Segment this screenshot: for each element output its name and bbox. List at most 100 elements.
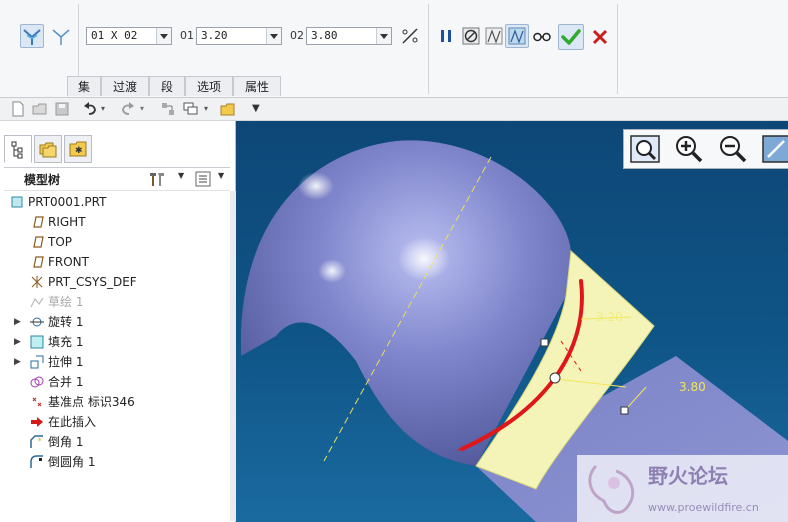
tree-item[interactable]: FRONT [0,252,230,272]
tree-item[interactable]: 草绘 1 [0,292,230,312]
redo-dropdown-icon[interactable]: ▾ [140,101,156,117]
no-preview-button[interactable] [459,24,483,48]
field1-label: 01 [180,29,194,42]
model-tree-header: 模型树 ▼ ▼ [4,167,230,191]
graphics-window[interactable]: 3.80 3.20 野火论坛 www.proewildfire.cn [236,121,788,522]
tree-item[interactable]: RIGHT [0,212,230,232]
expand-arrow-icon[interactable]: ▶ [14,352,21,372]
expand-arrow-icon[interactable]: ▶ [14,332,21,352]
navigator-panel: ✱ 模型树 ▼ ▼ PRT0001.PRT RIGHT TOP FRONT PRT_CS… [0,121,236,522]
svg-text:✱: ✱ [75,146,83,156]
tab-options[interactable]: 选项 [185,76,233,96]
refit-button[interactable] [628,133,662,165]
ribbon-divider [617,4,618,94]
tree-item[interactable]: 在此插入 [0,412,230,432]
chevron-down-icon[interactable] [376,28,391,44]
verify-preview-icon [508,27,526,45]
tree-item-label: 合并 1 [48,375,84,389]
anchor-handle[interactable] [549,372,561,384]
model-view[interactable]: 3.80 3.20 野火论坛 www.proewildfire.cn [236,121,788,522]
expand-arrow-icon[interactable]: ▶ [14,312,21,332]
repaint-icon [762,135,788,163]
tree-item[interactable]: 合并 1 [0,372,230,392]
verify-mode-button[interactable] [505,24,529,48]
tab-favorites[interactable]: ✱ [64,135,92,163]
show-list-icon[interactable] [194,170,212,188]
customize-toolbar-icon[interactable]: ▼ [252,101,268,117]
repaint-button[interactable] [760,133,788,165]
dimension-label-3-20[interactable]: 3.20 [596,310,623,324]
dimension-label-3-80[interactable]: 3.80 [679,380,706,394]
round-icon [30,455,43,468]
zoom-out-icon [720,136,747,163]
tree-item[interactable]: PRT_CSYS_DEF [0,272,230,292]
tree-item[interactable]: ▶ 填充 1 [0,332,230,352]
settings-dropdown-icon[interactable]: ▼ [178,171,184,180]
pause-button[interactable] [434,24,458,48]
tree-icon [11,141,23,159]
windows-icon[interactable] [183,101,199,117]
tree-item[interactable]: * 倒角 1 [0,432,230,452]
folders-icon [39,142,57,158]
close-window-icon[interactable] [220,101,236,117]
settings-tools-icon[interactable] [148,170,166,188]
datum-plane-icon [33,216,44,228]
part-icon [11,196,23,208]
drag-handle[interactable] [620,406,629,415]
undo-icon[interactable] [82,101,98,117]
tree-item[interactable]: 倒圆角 1 [0,452,230,472]
refit-icon [630,135,660,163]
view-glasses-button[interactable] [530,24,554,48]
cancel-button[interactable] [588,25,612,49]
open-folder-icon[interactable] [32,101,48,117]
tree-item[interactable]: PRT0001.PRT [0,192,230,212]
tab-folder-browser[interactable] [34,135,62,163]
regenerate-icon[interactable] [160,101,176,117]
zoom-out-button[interactable] [716,133,750,165]
chevron-down-icon[interactable] [266,28,281,44]
tree-item[interactable]: TOP [0,232,230,252]
close-icon [592,29,608,45]
watermark-url: www.proewildfire.cn [648,501,759,514]
tab-sets[interactable]: 集 [67,76,101,96]
geometry-preview-button[interactable] [482,24,506,48]
tree-item-label: 倒圆角 1 [48,455,96,469]
apply-button[interactable] [558,24,584,50]
tab-model-tree[interactable] [4,135,32,163]
pause-icon [441,30,451,42]
undo-dropdown-icon[interactable]: ▾ [101,101,117,117]
collection-combo[interactable]: 01 X 02 [86,27,172,45]
specular-highlight [318,259,346,283]
redo-icon[interactable] [120,101,136,117]
round-set-icon [23,29,41,45]
quick-access-toolbar: ▾ ▾ ▾ [0,98,236,121]
zoom-in-button[interactable] [672,133,706,165]
surface-set-button[interactable] [20,24,44,48]
percent-icon [402,28,418,44]
tree-item-label: 旋转 1 [48,315,84,329]
watermark-logo-dot [608,477,620,489]
no-preview-icon [462,27,480,45]
save-icon[interactable] [54,101,70,117]
drag-handle[interactable] [540,338,549,347]
sketch-icon [30,297,44,308]
tab-properties[interactable]: 属性 [233,76,281,96]
curve-set-button[interactable] [49,24,73,48]
feature-dashboard: 01 X 02 01 3.20 02 3.80 集 过渡 段 选项 属性 [0,0,788,98]
tab-transitions[interactable]: 过渡 [101,76,149,96]
field1-combo[interactable]: 3.20 [196,27,282,45]
windows-dropdown-icon[interactable]: ▾ [204,101,220,117]
collection-combo-value: 01 X 02 [91,29,138,42]
chevron-down-icon[interactable] [156,28,171,44]
geometry-preview-icon [485,27,503,45]
tree-item[interactable]: 基准点 标识346 [0,392,230,412]
new-file-icon[interactable] [10,101,26,117]
watermark-title: 野火论坛 [648,464,728,488]
show-dropdown-icon[interactable]: ▼ [218,171,224,180]
tab-segments[interactable]: 段 [149,76,185,96]
field2-value: 3.80 [311,29,338,42]
field2-combo[interactable]: 3.80 [306,27,392,45]
tree-item[interactable]: ▶ 旋转 1 [0,312,230,332]
swap-dimension-button[interactable] [398,24,422,48]
tree-item[interactable]: ▶ 拉伸 1 [0,352,230,372]
